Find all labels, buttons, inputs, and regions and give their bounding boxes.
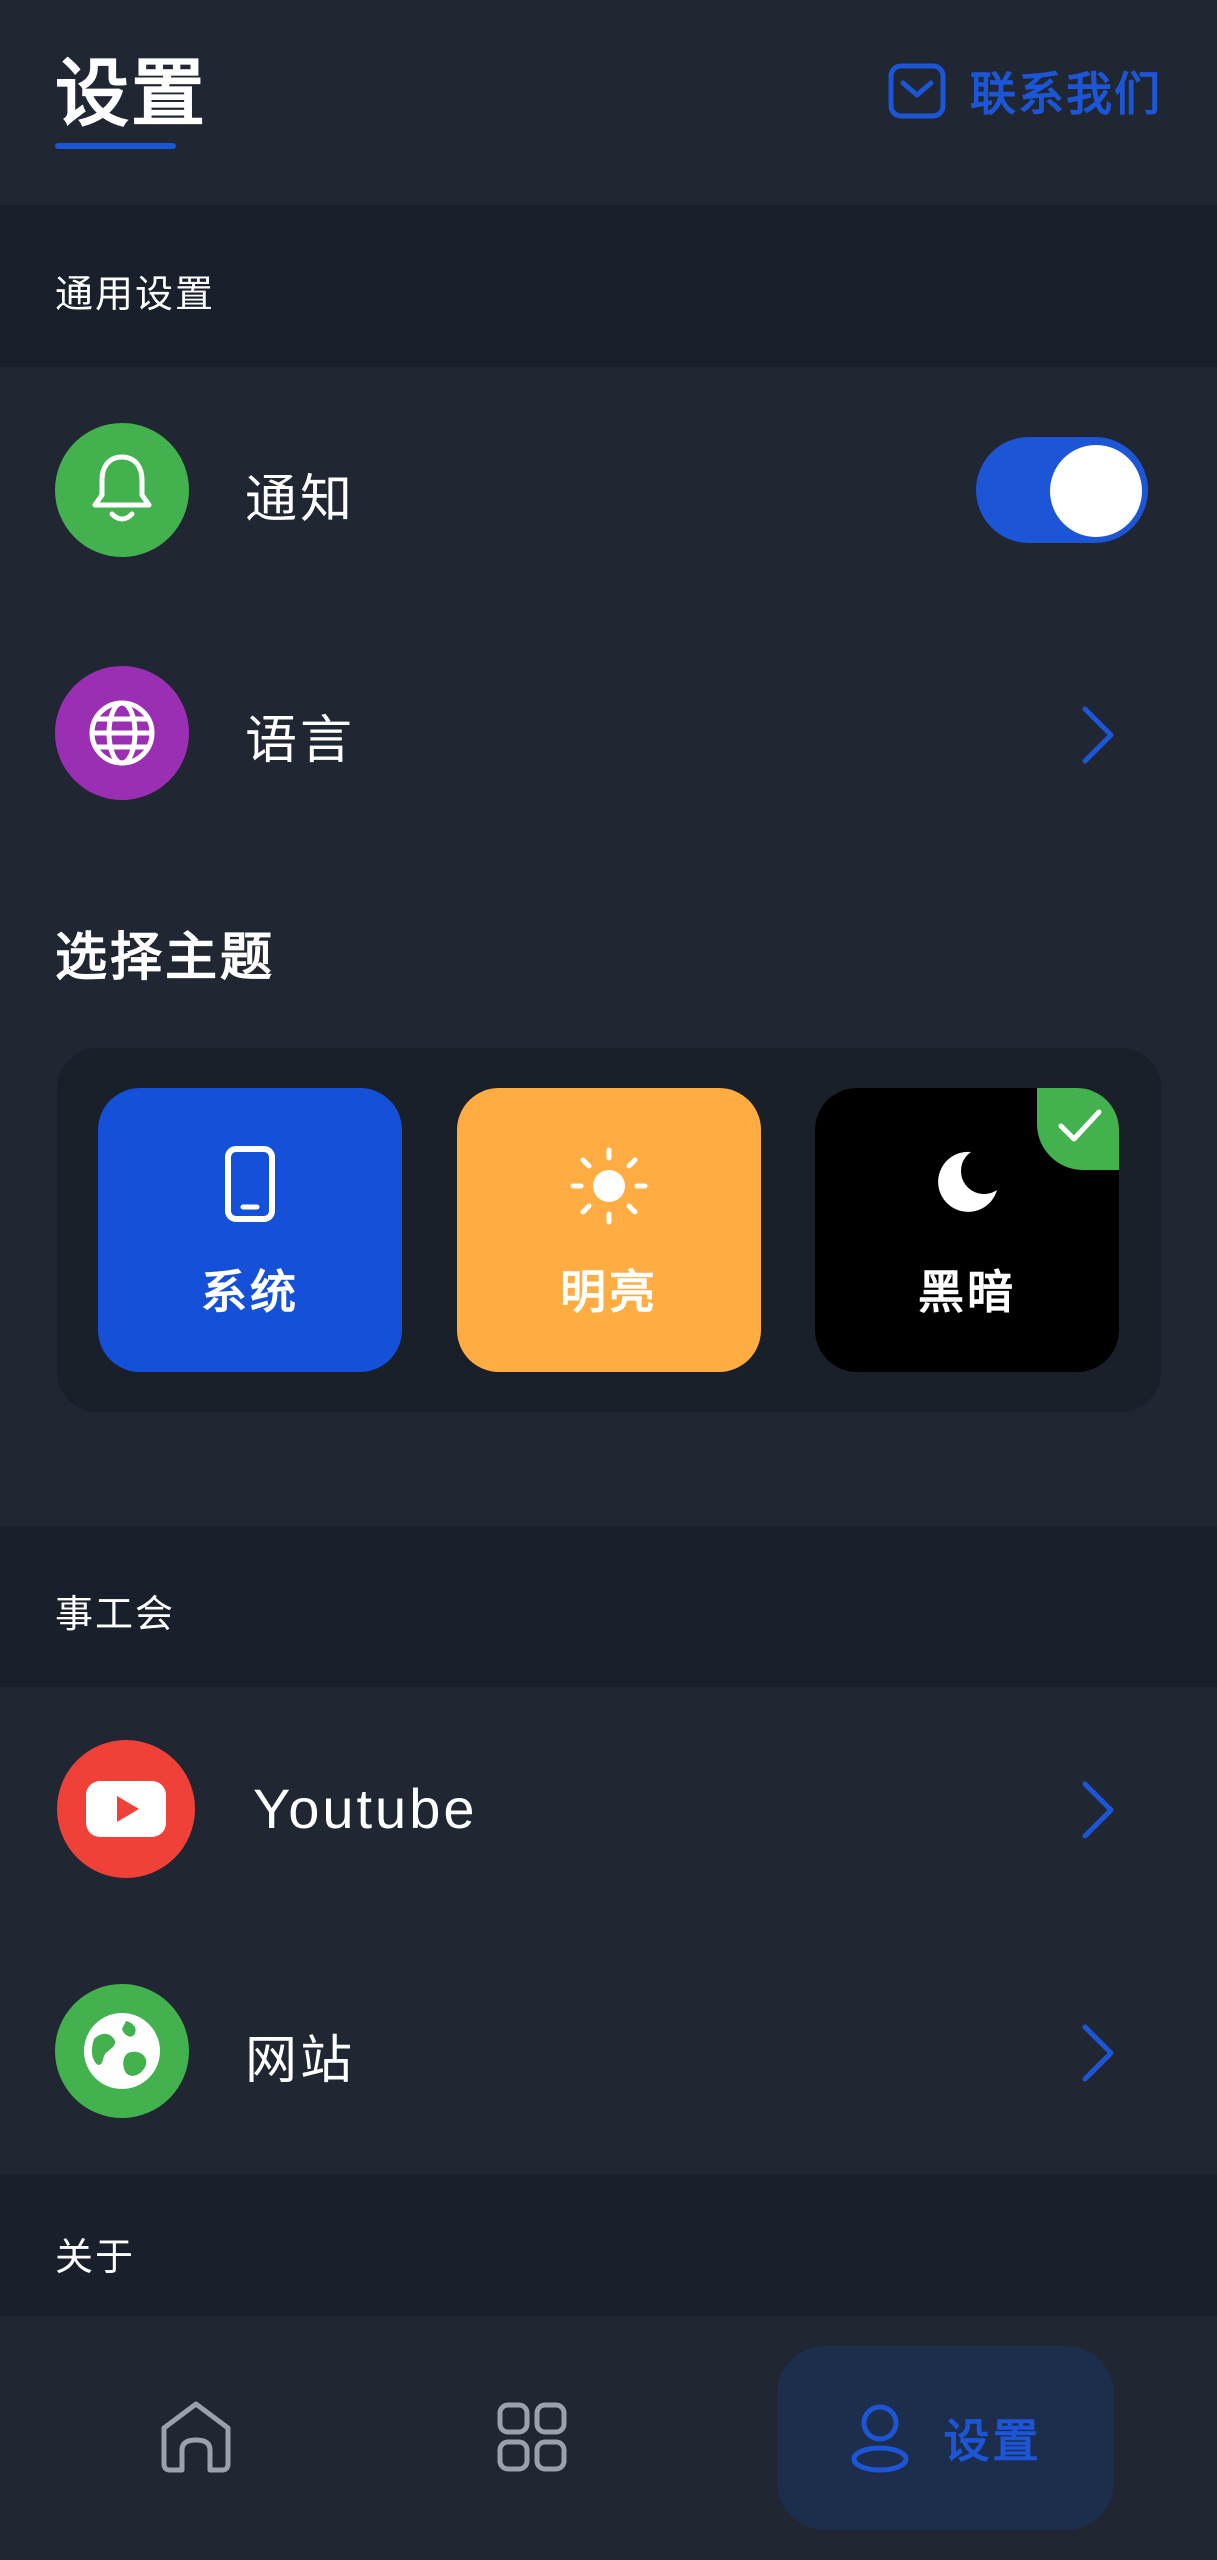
contact-us-button[interactable]: 联系我们 bbox=[888, 58, 1162, 124]
check-icon bbox=[1058, 1109, 1102, 1142]
nav-settings-button[interactable]: 设置 bbox=[777, 2346, 1114, 2530]
earth-icon bbox=[55, 1984, 189, 2118]
language-row[interactable]: 语言 bbox=[0, 633, 1217, 833]
nav-apps-button[interactable] bbox=[497, 2402, 567, 2476]
page-title: 设置 bbox=[55, 51, 207, 137]
nav-home-button[interactable] bbox=[158, 2398, 234, 2478]
home-icon bbox=[161, 2401, 231, 2473]
user-icon bbox=[851, 2404, 908, 2473]
header: 设置 联系我们 bbox=[0, 0, 1217, 205]
website-label: 网站 bbox=[245, 2031, 356, 2091]
nav-settings-label: 设置 bbox=[943, 2414, 1042, 2468]
theme-option-light[interactable]: 明亮 bbox=[457, 1088, 761, 1372]
section-general-label: 通用设置 bbox=[55, 272, 216, 316]
youtube-icon bbox=[57, 1740, 195, 1878]
section-about: 关于 bbox=[0, 2174, 1217, 2316]
theme-option-system[interactable]: 系统 bbox=[98, 1088, 402, 1372]
theme-option-label: 黑暗 bbox=[918, 1265, 1016, 1319]
theme-option-label: 明亮 bbox=[560, 1265, 658, 1319]
toggle-knob bbox=[1050, 445, 1142, 537]
theme-option-label: 系统 bbox=[201, 1265, 299, 1319]
theme-option-dark[interactable]: 黑暗 bbox=[815, 1088, 1119, 1372]
youtube-label: Youtube bbox=[253, 1777, 478, 1840]
title-underline bbox=[55, 143, 176, 149]
section-union: 事工会 bbox=[0, 1526, 1217, 1687]
chevron-right-icon bbox=[1082, 2024, 1114, 2082]
contact-us-label: 联系我们 bbox=[970, 67, 1162, 121]
section-union-label: 事工会 bbox=[55, 1592, 176, 1636]
notification-toggle[interactable] bbox=[976, 437, 1148, 543]
website-row[interactable]: 网站 bbox=[0, 1951, 1217, 2151]
phone-icon bbox=[98, 1146, 402, 1222]
notification-label: 通知 bbox=[245, 470, 356, 530]
bottom-nav: 设置 bbox=[0, 2316, 1217, 2560]
mail-icon bbox=[888, 63, 946, 119]
chevron-right-icon bbox=[1082, 1781, 1114, 1839]
chevron-right-icon bbox=[1082, 706, 1114, 764]
section-general: 通用设置 bbox=[0, 205, 1217, 367]
theme-title: 选择主题 bbox=[55, 928, 276, 988]
language-label: 语言 bbox=[245, 711, 356, 771]
youtube-row[interactable]: Youtube bbox=[0, 1710, 1217, 1910]
bell-icon bbox=[55, 423, 189, 557]
section-about-label: 关于 bbox=[55, 2235, 136, 2279]
globe-icon bbox=[55, 666, 189, 800]
grid-icon bbox=[497, 2402, 567, 2472]
settings-screen: 设置 联系我们 通用设置 通知 语言 选择主题 系统 明亮 黑暗 事工会 You… bbox=[0, 0, 1217, 2560]
sun-icon bbox=[457, 1146, 761, 1226]
